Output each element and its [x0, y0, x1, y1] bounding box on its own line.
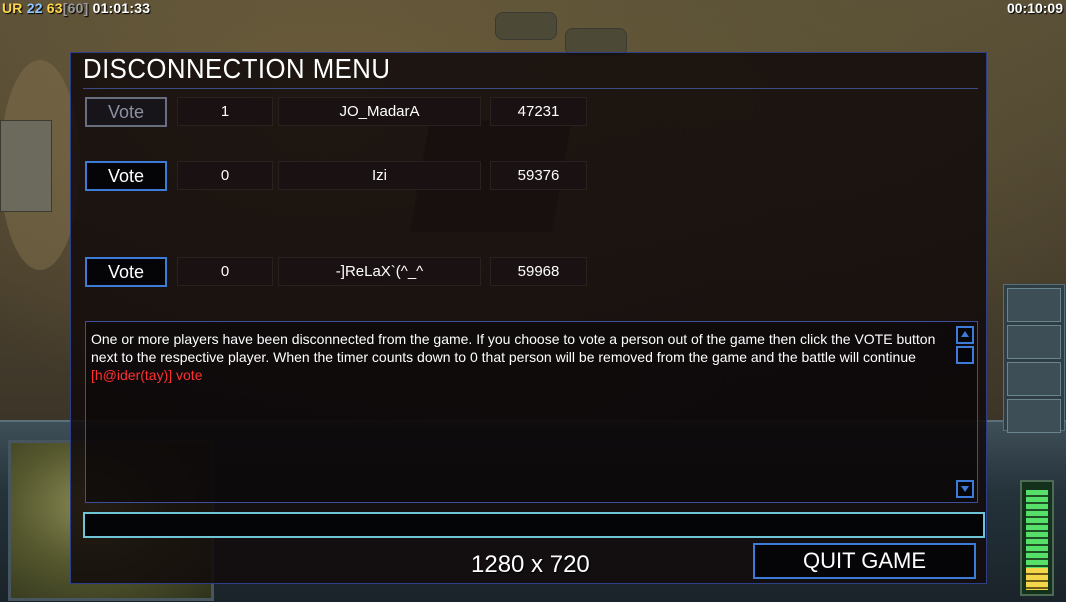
hud-value-22: 22: [26, 0, 43, 16]
vote-button[interactable]: Vote: [85, 161, 167, 191]
scroll-down-arrow-icon[interactable]: [956, 480, 974, 498]
quit-game-button[interactable]: QUIT GAME: [753, 543, 976, 579]
scroll-thumb[interactable]: [956, 346, 974, 364]
disconnect-message: One or more players have been disconnect…: [91, 331, 936, 365]
chat-input[interactable]: [83, 512, 985, 538]
vote-count: 0: [177, 161, 273, 190]
panel-title: DISCONNECTION MENU: [83, 53, 391, 84]
build-sidebar: [1003, 284, 1065, 433]
message-text-area: One or more players have been disconnect…: [91, 330, 949, 384]
resolution-label: 1280 x 720: [471, 551, 590, 578]
hud-label-ur: UR: [2, 0, 23, 16]
power-meter-top: [1026, 568, 1048, 590]
build-slot[interactable]: [1007, 399, 1061, 433]
build-slot[interactable]: [1007, 362, 1061, 396]
player-timer: 59968: [490, 257, 587, 286]
vote-count: 0: [177, 257, 273, 286]
hud-value-63: 63: [46, 0, 63, 16]
vote-button[interactable]: Vote: [85, 257, 167, 287]
hud-clock: 00:10:09: [1006, 0, 1063, 16]
message-scrollbar[interactable]: [956, 326, 974, 498]
message-log[interactable]: One or more players have been disconnect…: [85, 321, 978, 503]
hud-value-60: [60]: [62, 0, 89, 16]
hud-game-time: 01:01:33: [92, 0, 151, 16]
scroll-up-arrow-icon[interactable]: [956, 326, 974, 344]
structure-tower: [0, 120, 52, 212]
build-slot[interactable]: [1007, 288, 1061, 322]
power-meter: [1020, 480, 1054, 596]
player-name: -]ReLaX`(^_^: [278, 257, 481, 286]
chat-line: [h@ider(tay)] vote: [91, 367, 203, 383]
disconnection-panel: DISCONNECTION MENU Vote 1 JO_MadarA 4723…: [70, 52, 987, 584]
player-timer: 59376: [490, 161, 587, 190]
player-name: JO_MadarA: [278, 97, 481, 126]
title-divider: [83, 88, 978, 89]
hud-stats: UR 22 63[60] 01:01:33: [2, 0, 150, 16]
helicopter-unit: [495, 12, 557, 40]
vote-button[interactable]: Vote: [85, 97, 167, 127]
player-name: Izi: [278, 161, 481, 190]
vote-count: 1: [177, 97, 273, 126]
build-slot[interactable]: [1007, 325, 1061, 359]
player-timer: 47231: [490, 97, 587, 126]
